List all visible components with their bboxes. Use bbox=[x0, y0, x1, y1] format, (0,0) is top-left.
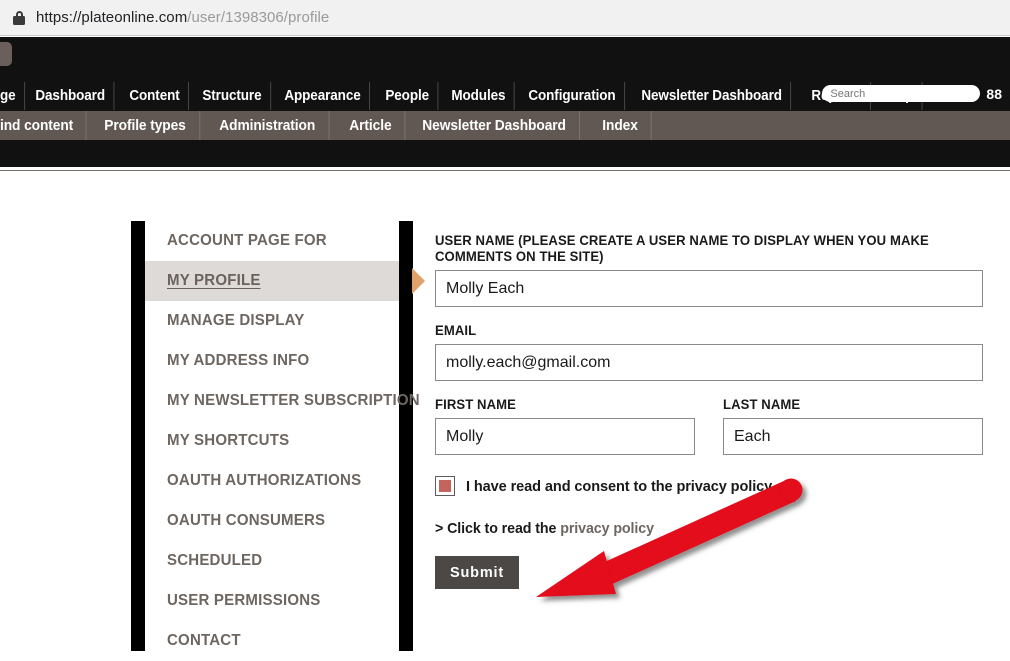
url-domain: https://plateonline.com bbox=[36, 9, 188, 26]
sidebar-item-label: OAuth authorizations bbox=[167, 472, 362, 489]
admin-menu-item-content[interactable]: Content bbox=[121, 82, 189, 110]
sidebar-item-oauth-consumers[interactable]: OAuth consumers bbox=[145, 501, 399, 541]
admin-toolbar: ge Dashboard Content Structure Appearanc… bbox=[0, 37, 1010, 111]
privacy-policy-link[interactable]: privacy policy bbox=[560, 520, 654, 537]
sidebar-item-label: My address info bbox=[167, 352, 310, 369]
lock-icon bbox=[12, 10, 26, 26]
active-pointer-icon bbox=[412, 268, 425, 294]
sidebar-item-label: Account page for bbox=[167, 232, 327, 249]
submit-button[interactable]: Submit bbox=[435, 556, 519, 589]
checkbox-checked-mark bbox=[439, 480, 451, 492]
sidebar-item-label: My shortcuts bbox=[167, 432, 290, 449]
sidebar-item-label: My profile bbox=[167, 272, 261, 289]
privacy-policy-prefix: > Click to read the bbox=[435, 520, 561, 537]
admin-menu-item-structure[interactable]: Structure bbox=[194, 82, 271, 110]
email-label: Email bbox=[435, 323, 477, 338]
profile-form: User name (please create a user name to … bbox=[435, 233, 983, 589]
subnav-item-index[interactable]: Index bbox=[589, 111, 653, 140]
admin-menu-item-dashboard[interactable]: Dashboard bbox=[27, 82, 115, 110]
field-email: Email bbox=[435, 323, 983, 381]
first-name-label: First name bbox=[435, 397, 516, 412]
sidebar-item-label: Scheduled bbox=[167, 552, 263, 569]
admin-menu-item-ge[interactable]: ge bbox=[0, 82, 25, 110]
sidebar-item-label: OAuth consumers bbox=[167, 512, 326, 529]
sidebar-item-my-profile[interactable]: My profile bbox=[145, 261, 425, 301]
url-text[interactable]: https://plateonline.com/user/1398306/pro… bbox=[36, 9, 329, 26]
subnav-item-newsletter-dashboard[interactable]: Newsletter Dashboard bbox=[409, 111, 581, 140]
admin-menu-item-people[interactable]: People bbox=[377, 82, 439, 110]
subnav-item-find-content[interactable]: ind content bbox=[0, 111, 87, 140]
last-name-input[interactable] bbox=[723, 418, 983, 455]
admin-menu-item-newsletter-dashboard[interactable]: Newsletter Dashboard bbox=[633, 82, 792, 110]
toolbar-search: 88 bbox=[822, 85, 1002, 102]
username-label: User name (please create a user name to … bbox=[435, 233, 929, 264]
privacy-policy-line: > Click to read the privacy policy bbox=[435, 520, 956, 537]
notification-count: 88 bbox=[986, 85, 1002, 102]
subnav-item-profile-types[interactable]: Profile types bbox=[91, 111, 201, 140]
sidebar-item-user-permissions[interactable]: User permissions bbox=[145, 581, 399, 621]
username-input[interactable] bbox=[435, 270, 983, 307]
admin-menu-item-appearance[interactable]: Appearance bbox=[276, 82, 371, 110]
url-path: /user/1398306/profile bbox=[187, 9, 330, 26]
subnav-item-administration[interactable]: Administration bbox=[206, 111, 330, 140]
sidebar-item-label: User permissions bbox=[167, 592, 321, 609]
sidebar-item-contact[interactable]: Contact bbox=[145, 621, 399, 661]
admin-menu-item-modules[interactable]: Modules bbox=[443, 82, 515, 110]
sidebar-item-label: My newsletter subscription bbox=[167, 392, 420, 409]
toolbar-tab-stub[interactable] bbox=[0, 42, 12, 66]
first-name-input[interactable] bbox=[435, 418, 695, 455]
admin-menu-item-configuration[interactable]: Configuration bbox=[520, 82, 626, 110]
email-input[interactable] bbox=[435, 344, 983, 381]
admin-bar-filler bbox=[0, 140, 1010, 167]
search-input[interactable] bbox=[822, 85, 981, 102]
sidebar-item-my-address-info[interactable]: My address info bbox=[145, 341, 399, 381]
sidebar-item-my-newsletter-subscription[interactable]: My newsletter subscription bbox=[145, 381, 420, 421]
subnav-item-article[interactable]: Article bbox=[336, 111, 406, 140]
last-name-label: Last name bbox=[723, 397, 801, 412]
admin-subnav: ind content Profile types Administration… bbox=[0, 111, 1010, 140]
privacy-consent-row[interactable]: I have read and consent to the privacy p… bbox=[435, 476, 983, 496]
sidebar-item-oauth-authorizations[interactable]: OAuth authorizations bbox=[145, 461, 399, 501]
privacy-consent-checkbox[interactable] bbox=[435, 476, 455, 496]
field-last-name: Last name bbox=[723, 397, 983, 455]
admin-menu: ge Dashboard Content Structure Appearanc… bbox=[0, 82, 926, 110]
field-row-names: First name Last name bbox=[435, 397, 983, 455]
sidebar-item-label: Manage display bbox=[167, 312, 305, 329]
sidebar-item-scheduled[interactable]: Scheduled bbox=[145, 541, 399, 581]
browser-address-bar[interactable]: https://plateonline.com/user/1398306/pro… bbox=[0, 0, 1010, 36]
account-sidebar: Account page for My profile Manage displ… bbox=[131, 221, 425, 651]
sidebar-item-account-page-for[interactable]: Account page for bbox=[145, 221, 399, 261]
sidebar-item-label: Contact bbox=[167, 632, 241, 649]
page-content: Account page for My profile Manage displ… bbox=[0, 171, 1010, 651]
sidebar-item-my-shortcuts[interactable]: My shortcuts bbox=[145, 421, 399, 461]
field-username: User name (please create a user name to … bbox=[435, 233, 983, 307]
field-first-name: First name bbox=[435, 397, 695, 455]
privacy-consent-label: I have read and consent to the privacy p… bbox=[466, 477, 773, 495]
sidebar-item-manage-display[interactable]: Manage display bbox=[145, 301, 399, 341]
